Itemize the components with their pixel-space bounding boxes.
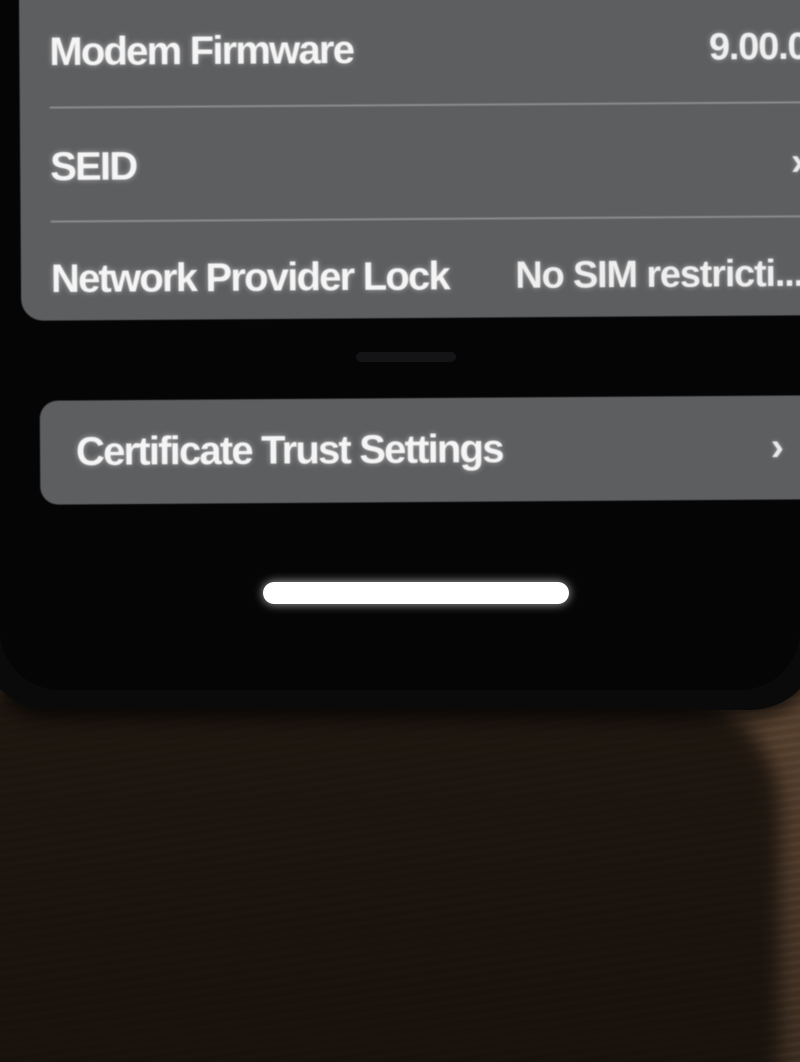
certificate-trust-settings-label: Certificate Trust Settings — [75, 426, 503, 474]
phone-shadow — [0, 690, 780, 1062]
phone-body: Modem Firmware 9.00.02 SEID › Network Pr… — [0, 0, 800, 710]
phone-screen: Modem Firmware 9.00.02 SEID › Network Pr… — [0, 0, 800, 690]
seid-label: SEID — [49, 144, 137, 190]
reflection-smudge — [356, 352, 456, 362]
modem-firmware-label: Modem Firmware — [49, 27, 354, 75]
network-provider-lock-row: Network Provider Lock No SIM restricti..… — [21, 219, 800, 335]
about-info-group: Modem Firmware 9.00.02 SEID › Network Pr… — [18, 0, 800, 321]
chevron-right-icon: › — [790, 139, 800, 184]
chevron-right-icon: › — [770, 425, 785, 470]
network-provider-lock-value: No SIM restricti... — [515, 252, 800, 297]
network-provider-lock-label: Network Provider Lock — [50, 254, 449, 302]
modem-firmware-value: 9.00.02 — [708, 25, 800, 69]
photo-scene: Modem Firmware 9.00.02 SEID › Network Pr… — [0, 0, 800, 1062]
certificate-trust-settings-row[interactable]: Certificate Trust Settings › — [39, 395, 800, 505]
modem-firmware-row: Modem Firmware 9.00.02 — [19, 0, 800, 108]
home-indicator[interactable] — [263, 582, 569, 604]
seid-row[interactable]: SEID › — [20, 107, 800, 223]
